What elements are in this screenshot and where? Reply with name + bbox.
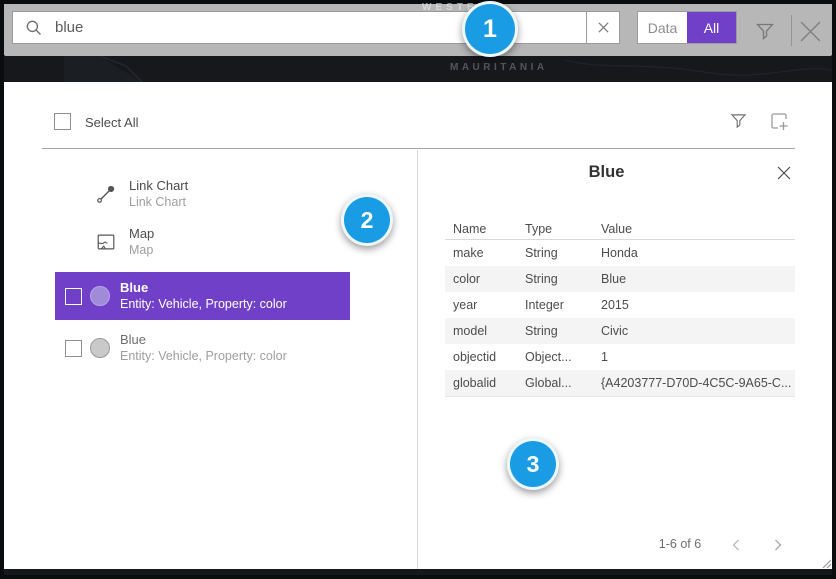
result-subtitle: Entity: Vehicle, Property: color bbox=[120, 348, 287, 364]
property-row: makeStringHonda bbox=[445, 240, 795, 266]
app-window: WESTER Data All bbox=[0, 0, 836, 579]
result-title: Blue bbox=[120, 280, 287, 296]
add-to-selection-icon[interactable] bbox=[767, 109, 791, 133]
result-subtitle: Link Chart bbox=[129, 194, 188, 210]
clear-search-button[interactable] bbox=[586, 11, 620, 44]
entity-circle-icon bbox=[90, 338, 110, 358]
result-item[interactable]: Blue Entity: Vehicle, Property: color bbox=[55, 324, 350, 372]
result-subtitle: Entity: Vehicle, Property: color bbox=[120, 296, 287, 312]
result-item[interactable]: Link Chart Link Chart bbox=[55, 170, 350, 218]
property-name: color bbox=[445, 272, 517, 286]
x-clear-icon bbox=[597, 21, 610, 34]
panel-header-divider bbox=[42, 148, 795, 149]
details-title: Blue bbox=[418, 163, 795, 182]
result-checkbox[interactable] bbox=[65, 288, 82, 305]
chevron-right-icon[interactable] bbox=[771, 537, 785, 553]
property-name: make bbox=[445, 246, 517, 260]
property-value: Civic bbox=[593, 324, 795, 338]
result-subtitle: Map bbox=[129, 242, 154, 258]
search-toolbar: WESTER Data All bbox=[4, 4, 832, 56]
entity-circle-icon bbox=[90, 286, 110, 306]
scope-option-data[interactable]: Data bbox=[638, 12, 687, 43]
property-type: String bbox=[517, 324, 593, 338]
map-background-bottom bbox=[4, 569, 832, 575]
property-row: colorStringBlue bbox=[445, 266, 795, 292]
result-item[interactable]: Blue Entity: Vehicle, Property: color bbox=[55, 272, 350, 320]
search-icon bbox=[25, 19, 43, 37]
link-chart-icon bbox=[95, 183, 117, 205]
property-type: String bbox=[517, 272, 593, 286]
property-value: 1 bbox=[593, 350, 795, 364]
property-value: Honda bbox=[593, 246, 795, 260]
map-icon bbox=[95, 231, 117, 253]
filter-icon[interactable] bbox=[753, 19, 777, 43]
property-row: objectidObject...1 bbox=[445, 344, 795, 370]
property-name: year bbox=[445, 298, 517, 312]
property-type: Object... bbox=[517, 350, 593, 364]
property-value: {A4203777-D70D-4C5C-9A65-C... bbox=[593, 376, 795, 390]
column-type: Type bbox=[517, 222, 593, 236]
property-name: objectid bbox=[445, 350, 517, 364]
chevron-left-icon[interactable] bbox=[729, 537, 743, 553]
resize-grip[interactable] bbox=[821, 558, 831, 568]
property-name: model bbox=[445, 324, 517, 338]
search-scope-toggle: Data All bbox=[637, 11, 737, 44]
property-row: globalidGlobal...{A4203777-D70D-4C5C-9A6… bbox=[445, 370, 795, 396]
property-type: String bbox=[517, 246, 593, 260]
map-label-mauritania: MAURITANIA bbox=[450, 62, 548, 73]
result-title: Blue bbox=[120, 332, 287, 348]
callout-3: 3 bbox=[507, 438, 559, 490]
panel-vertical-divider bbox=[417, 150, 418, 569]
pagination-label: 1-6 of 6 bbox=[642, 537, 718, 551]
result-title: Link Chart bbox=[129, 178, 188, 194]
results-filter-icon[interactable] bbox=[728, 110, 749, 132]
property-row: modelStringCivic bbox=[445, 318, 795, 344]
property-type: Integer bbox=[517, 298, 593, 312]
callout-1: 1 bbox=[462, 1, 518, 57]
details-close-icon[interactable] bbox=[775, 164, 793, 182]
select-all-checkbox[interactable] bbox=[54, 113, 71, 130]
property-table-header: Name Type Value bbox=[445, 218, 795, 240]
map-background-top: MAURITANIA bbox=[4, 56, 832, 82]
result-title: Map bbox=[129, 226, 154, 242]
column-name: Name bbox=[445, 222, 517, 236]
property-value: Blue bbox=[593, 272, 795, 286]
property-name: globalid bbox=[445, 376, 517, 390]
scope-option-all[interactable]: All bbox=[687, 12, 736, 43]
search-results-panel: Select All Link Chart Link Chart bbox=[4, 82, 832, 569]
toolbar-divider bbox=[791, 15, 792, 46]
callout-2: 2 bbox=[341, 194, 393, 246]
property-row: yearInteger2015 bbox=[445, 292, 795, 318]
result-checkbox[interactable] bbox=[65, 340, 82, 357]
select-all-label: Select All bbox=[85, 115, 138, 130]
search-input[interactable] bbox=[53, 18, 517, 37]
property-table: Name Type Value makeStringHondacolorStri… bbox=[445, 218, 795, 397]
map-border-lines bbox=[4, 56, 832, 82]
close-search-icon[interactable] bbox=[797, 18, 824, 45]
property-value: 2015 bbox=[593, 298, 795, 312]
property-table-body: makeStringHondacolorStringBlueyearIntege… bbox=[445, 240, 795, 397]
results-list: Link Chart Link Chart Map Map Blue Entit… bbox=[55, 170, 350, 372]
column-value: Value bbox=[593, 222, 795, 236]
result-item[interactable]: Map Map bbox=[55, 218, 350, 266]
property-type: Global... bbox=[517, 376, 593, 390]
